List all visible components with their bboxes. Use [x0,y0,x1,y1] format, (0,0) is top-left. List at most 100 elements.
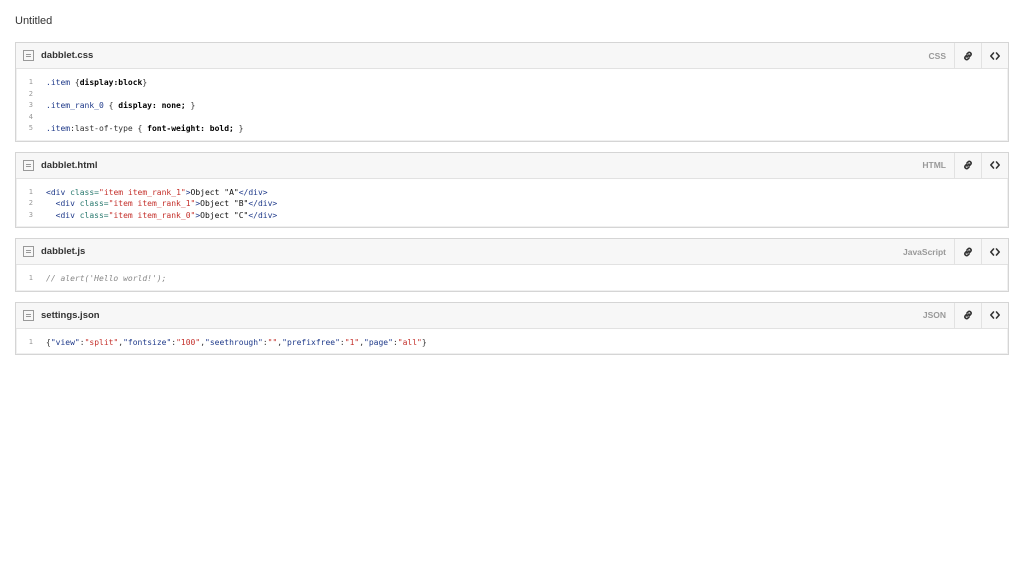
file-language-label: CSS [928,50,946,61]
code-icon [989,246,1001,258]
page-title: Untitled [15,15,53,27]
file-panel: dabblet.css CSS 1 .item {display:block} 2 3.… [15,42,1009,142]
code-line: 1 {"view":"split","fontsize":"100","seeth… [16,337,1008,349]
line-number: 1 [28,337,33,346]
line-source: <div class="item item_rank_1">Object "B"… [46,198,278,210]
code-token: "1" [344,337,360,347]
line-source: // alert('Hello world!'); [46,273,166,285]
line-source [46,112,51,124]
link-icon [962,246,974,258]
code-token: } [185,101,196,110]
code-icon [989,50,1001,62]
code-line: 3 <div class="item item_rank_0">Object "… [16,210,1008,222]
link-icon [962,309,974,321]
permalink-button[interactable] [954,152,981,178]
file-header: dabblet.html HTML [16,152,1008,179]
file-panel: settings.json JSON 1 {"view":"split","fonts… [15,301,1009,355]
code-token: :last-of-type { [70,124,148,133]
line-number: 3 [28,210,33,219]
code-icon [989,159,1001,171]
code-line: 1 <div class="item item_rank_1">Object "A… [16,187,1008,199]
code-token: </div> [238,187,268,197]
code-block: 1 .item {display:block} 2 3 .item_rank_0 { … [16,69,1008,141]
view-source-button[interactable] [981,152,1008,178]
code-token: "all" [397,337,422,347]
code-token: } [142,78,148,87]
file-icon [23,50,34,61]
line-source [46,89,51,101]
file-name: dabblet.css [41,50,94,61]
line-number: 1 [28,78,33,86]
code-token: class= [79,199,109,208]
file-panel: dabblet.html HTML 1 <div class="item item_r… [15,151,1009,228]
code-token: <div [46,187,71,197]
code-token: "item item_rank_1" [108,199,196,208]
code-token: "prefixfree" [282,337,340,347]
code-token: font-weight: bold; [147,124,234,133]
code-token: "fontsize" [123,337,172,347]
file-language-label: JavaScript [903,246,946,257]
code-token: Object "B" [200,199,249,208]
line-number: 1 [28,274,33,282]
line-source: .item_rank_0 { display: none; } [46,100,195,112]
file-name: dabblet.js [41,246,86,257]
code-line: 1 .item {display:block} [16,77,1008,89]
file-panel: dabblet.js JavaScript 1 // alert('Hello wor… [15,238,1009,292]
view-source-button[interactable] [981,239,1008,264]
line-source: <div class="item item_rank_0">Object "C"… [46,210,278,222]
code-token: "page" [364,337,393,347]
code-token: <div [46,199,80,208]
code-icon [989,309,1001,321]
code-token: "" [267,337,278,347]
file-icon [23,159,34,171]
file-icon [23,309,34,321]
line-number: 4 [28,112,33,121]
code-token: "split" [84,337,119,347]
code-line: 2 [16,89,1008,101]
code-token: .item [46,78,71,87]
file-header: dabblet.css CSS [16,43,1008,69]
code-token: Object "C" [200,210,249,220]
code-line: 2 <div class="item item_rank_1">Object "… [16,198,1008,210]
code-line: 1 // alert('Hello world!'); [16,273,1008,285]
code-token: class= [79,210,109,220]
code-token: </div> [248,210,278,220]
view-source-button[interactable] [981,302,1008,328]
code-token: </div> [248,199,278,208]
code-token: .item [46,124,71,133]
code-token: "seethrough" [205,337,263,347]
link-icon [962,159,974,171]
code-token: Object "A" [190,187,239,197]
file-language-label: HTML [922,160,946,170]
code-token: { [103,101,119,110]
code-line: 4 [16,112,1008,124]
line-number: 2 [28,199,33,207]
code-token: // alert('Hello world!'); [46,274,167,283]
line-number: 2 [28,89,33,98]
line-number: 3 [28,101,33,109]
code-token: class= [70,187,99,197]
permalink-button[interactable] [954,239,981,264]
code-token: display:block [79,78,143,87]
view-source-button[interactable] [981,43,1008,68]
code-line: 5 .item:last-of-type { font-weight: bold;… [16,123,1008,135]
code-token: display: none; [118,101,186,110]
code-token: } [233,124,244,133]
code-token: "item item_rank_1" [99,187,186,197]
file-name: dabblet.html [41,159,98,171]
code-block: 1 <div class="item item_rank_1">Object "A… [16,179,1008,228]
code-token: } [421,337,427,347]
code-token: "100" [176,337,201,347]
code-token: .item_rank_0 [46,101,104,110]
line-source: .item {display:block} [46,77,147,89]
file-icon [23,246,34,257]
file-name: settings.json [41,309,100,321]
permalink-button[interactable] [954,302,981,328]
code-block: 1 // alert('Hello world!'); [16,265,1008,291]
code-token: <div [46,210,80,220]
code-token: { [70,78,80,87]
permalink-button[interactable] [954,43,981,68]
link-icon [962,50,974,62]
file-list: dabblet.css CSS 1 .item {display:block} 2 3.… [15,42,1009,365]
file-header: dabblet.js JavaScript [16,239,1008,265]
